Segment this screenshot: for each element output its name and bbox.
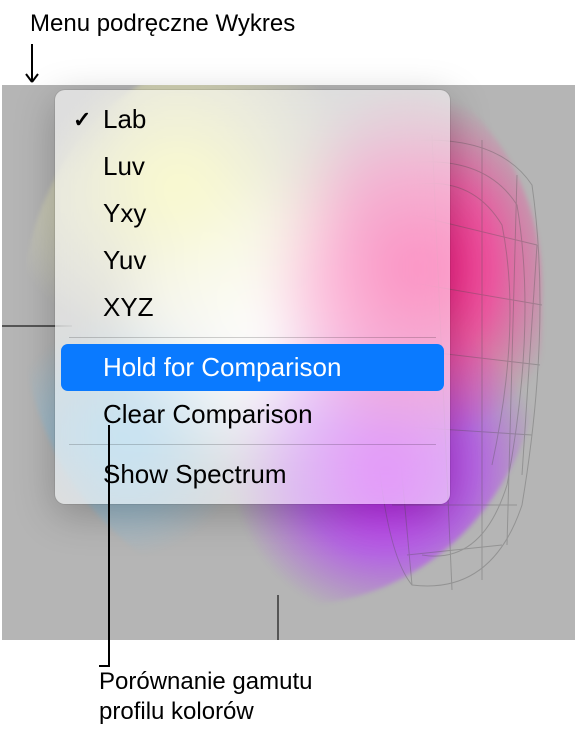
menu-separator — [69, 444, 436, 445]
menu-item-label: Yuv — [103, 245, 432, 276]
annotation-bottom-line1: Porównanie gamutu — [99, 668, 312, 695]
menu-item-label: Lab — [103, 104, 432, 135]
chart-popup-menu[interactable]: ✓ Lab Luv Yxy Yuv XYZ Hold for Compariso… — [55, 90, 450, 504]
checkmark-icon: ✓ — [73, 107, 103, 133]
menu-item-show-spectrum[interactable]: Show Spectrum — [55, 451, 450, 498]
menu-item-xyz[interactable]: XYZ — [55, 284, 450, 331]
menu-item-label: Show Spectrum — [103, 459, 432, 490]
menu-item-luv[interactable]: Luv — [55, 143, 450, 190]
callout-line-icon — [108, 425, 110, 667]
menu-item-clear-comparison[interactable]: Clear Comparison — [55, 391, 450, 438]
menu-item-label: Clear Comparison — [103, 399, 432, 430]
menu-item-yuv[interactable]: Yuv — [55, 237, 450, 284]
menu-item-yxy[interactable]: Yxy — [55, 190, 450, 237]
annotation-bottom-line2: profilu kolorów — [99, 698, 254, 725]
menu-item-label: Yxy — [103, 198, 432, 229]
annotation-bottom-label: Porównanie gamutu profilu kolorów — [99, 667, 312, 727]
annotation-top-label: Menu podręczne Wykres — [30, 10, 295, 38]
menu-separator — [69, 337, 436, 338]
menu-item-label: Luv — [103, 151, 432, 182]
menu-item-label: Hold for Comparison — [103, 352, 432, 383]
menu-item-hold-comparison[interactable]: Hold for Comparison — [61, 344, 444, 391]
menu-item-label: XYZ — [103, 292, 432, 323]
menu-item-lab[interactable]: ✓ Lab — [55, 96, 450, 143]
axis-vertical — [277, 595, 279, 640]
